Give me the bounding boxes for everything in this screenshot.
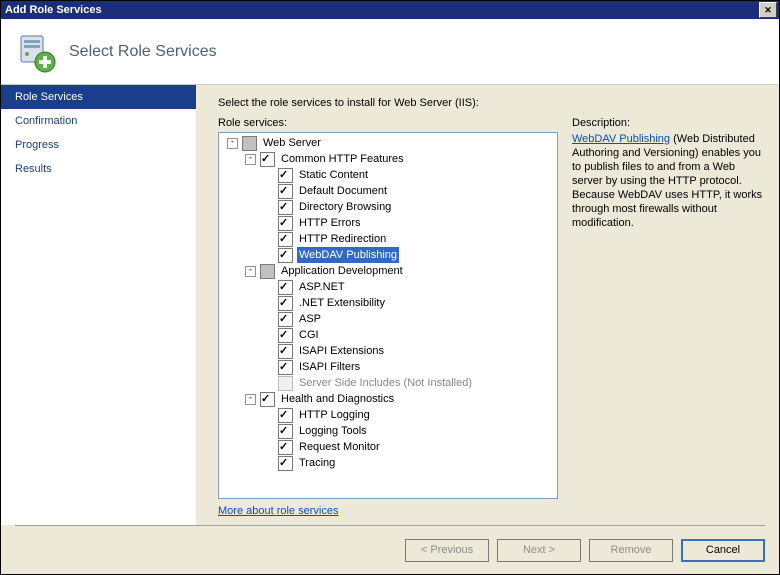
- checkbox[interactable]: [278, 296, 293, 311]
- sidebar-item-results[interactable]: Results: [1, 157, 196, 181]
- description-label: Description:: [572, 117, 765, 129]
- instruction-text: Select the role services to install for …: [218, 97, 765, 109]
- sidebar: Role Services Confirmation Progress Resu…: [1, 85, 196, 525]
- tree-item-label: ASP: [297, 311, 323, 327]
- tree-item[interactable]: WebDAV Publishing: [221, 247, 555, 263]
- checkbox[interactable]: [278, 168, 293, 183]
- tree-label: Role services:: [218, 117, 558, 129]
- tree-item-label: Default Document: [297, 183, 389, 199]
- tree-item-label: ISAPI Extensions: [297, 343, 386, 359]
- tree-item-label: HTTP Logging: [297, 407, 372, 423]
- window-title: Add Role Services: [5, 4, 759, 16]
- tree-item-label: Web Server: [261, 135, 323, 151]
- remove-button[interactable]: Remove: [589, 539, 673, 562]
- tree-item-label: Tracing: [297, 455, 337, 471]
- button-bar: < Previous Next > Remove Cancel: [1, 526, 779, 574]
- expand-toggle[interactable]: -: [245, 394, 256, 405]
- tree-item-label: HTTP Errors: [297, 215, 363, 231]
- checkbox[interactable]: [278, 232, 293, 247]
- wizard-body: Role Services Confirmation Progress Resu…: [1, 85, 779, 525]
- role-services-tree: -Web Server-Common HTTP FeaturesStatic C…: [218, 132, 558, 499]
- cancel-button[interactable]: Cancel: [681, 539, 765, 562]
- tree-item[interactable]: ASP: [221, 311, 555, 327]
- page-title: Select Role Services: [69, 43, 217, 61]
- tree-item-label: .NET Extensibility: [297, 295, 387, 311]
- tree-item[interactable]: HTTP Redirection: [221, 231, 555, 247]
- tree-item-label: CGI: [297, 327, 321, 343]
- wizard-header: Select Role Services: [1, 19, 779, 85]
- checkbox[interactable]: [242, 136, 257, 151]
- tree-item-label: Request Monitor: [297, 439, 382, 455]
- expand-toggle[interactable]: -: [245, 154, 256, 165]
- tree-item-label: Common HTTP Features: [279, 151, 406, 167]
- tree-item[interactable]: .NET Extensibility: [221, 295, 555, 311]
- tree-item[interactable]: Default Document: [221, 183, 555, 199]
- tree-item[interactable]: ASP.NET: [221, 279, 555, 295]
- checkbox[interactable]: [278, 440, 293, 455]
- checkbox[interactable]: [260, 264, 275, 279]
- description-text: WebDAV Publishing (Web Distributed Autho…: [572, 132, 765, 230]
- main-panel: Select the role services to install for …: [196, 85, 779, 525]
- tree-item[interactable]: Directory Browsing: [221, 199, 555, 215]
- tree-item[interactable]: HTTP Logging: [221, 407, 555, 423]
- checkbox[interactable]: [278, 424, 293, 439]
- tree-item-label: Logging Tools: [297, 423, 369, 439]
- checkbox[interactable]: [278, 456, 293, 471]
- tree-scroll[interactable]: -Web Server-Common HTTP FeaturesStatic C…: [219, 133, 557, 498]
- tree-item-label: Server Side Includes (Not Installed): [297, 375, 474, 391]
- tree-item[interactable]: Request Monitor: [221, 439, 555, 455]
- tree-item[interactable]: - Application Development: [221, 263, 555, 279]
- checkbox[interactable]: [278, 312, 293, 327]
- tree-item[interactable]: CGI: [221, 327, 555, 343]
- expand-toggle[interactable]: -: [245, 266, 256, 277]
- checkbox[interactable]: [278, 408, 293, 423]
- tree-item-label: ASP.NET: [297, 279, 347, 295]
- server-plus-icon: [15, 32, 55, 72]
- tree-item[interactable]: Tracing: [221, 455, 555, 471]
- checkbox: [278, 376, 293, 391]
- tree-item-label: Application Development: [279, 263, 405, 279]
- expand-toggle[interactable]: -: [227, 138, 238, 149]
- tree-item-label: ISAPI Filters: [297, 359, 362, 375]
- description-link[interactable]: WebDAV Publishing: [572, 133, 670, 145]
- tree-item[interactable]: - Common HTTP Features: [221, 151, 555, 167]
- tree-item-label: Health and Diagnostics: [279, 391, 396, 407]
- checkbox[interactable]: [260, 392, 275, 407]
- checkbox[interactable]: [278, 328, 293, 343]
- tree-item[interactable]: ISAPI Extensions: [221, 343, 555, 359]
- tree-item[interactable]: HTTP Errors: [221, 215, 555, 231]
- tree-item[interactable]: - Web Server: [221, 135, 555, 151]
- sidebar-item-confirmation[interactable]: Confirmation: [1, 109, 196, 133]
- sidebar-item-role-services[interactable]: Role Services: [1, 85, 196, 109]
- tree-item-label: Static Content: [297, 167, 370, 183]
- tree-item[interactable]: Server Side Includes (Not Installed): [221, 375, 555, 391]
- previous-button[interactable]: < Previous: [405, 539, 489, 562]
- tree-item[interactable]: - Health and Diagnostics: [221, 391, 555, 407]
- tree-item-label: WebDAV Publishing: [297, 247, 399, 263]
- checkbox[interactable]: [278, 344, 293, 359]
- checkbox[interactable]: [260, 152, 275, 167]
- checkbox[interactable]: [278, 200, 293, 215]
- checkbox[interactable]: [278, 360, 293, 375]
- description-panel: Description: WebDAV Publishing (Web Dist…: [572, 117, 765, 517]
- add-role-services-window: Add Role Services ✕ Select Role Services…: [0, 0, 780, 575]
- description-body: (Web Distributed Authoring and Versionin…: [572, 133, 762, 229]
- next-button[interactable]: Next >: [497, 539, 581, 562]
- more-about-link[interactable]: More about role services: [218, 505, 558, 517]
- titlebar[interactable]: Add Role Services ✕: [1, 1, 779, 19]
- sidebar-item-progress[interactable]: Progress: [1, 133, 196, 157]
- tree-item-label: HTTP Redirection: [297, 231, 388, 247]
- checkbox[interactable]: [278, 216, 293, 231]
- checkbox[interactable]: [278, 280, 293, 295]
- tree-item[interactable]: Logging Tools: [221, 423, 555, 439]
- tree-item[interactable]: ISAPI Filters: [221, 359, 555, 375]
- tree-item[interactable]: Static Content: [221, 167, 555, 183]
- checkbox[interactable]: [278, 184, 293, 199]
- close-button[interactable]: ✕: [759, 2, 777, 18]
- tree-item-label: Directory Browsing: [297, 199, 393, 215]
- checkbox[interactable]: [278, 248, 293, 263]
